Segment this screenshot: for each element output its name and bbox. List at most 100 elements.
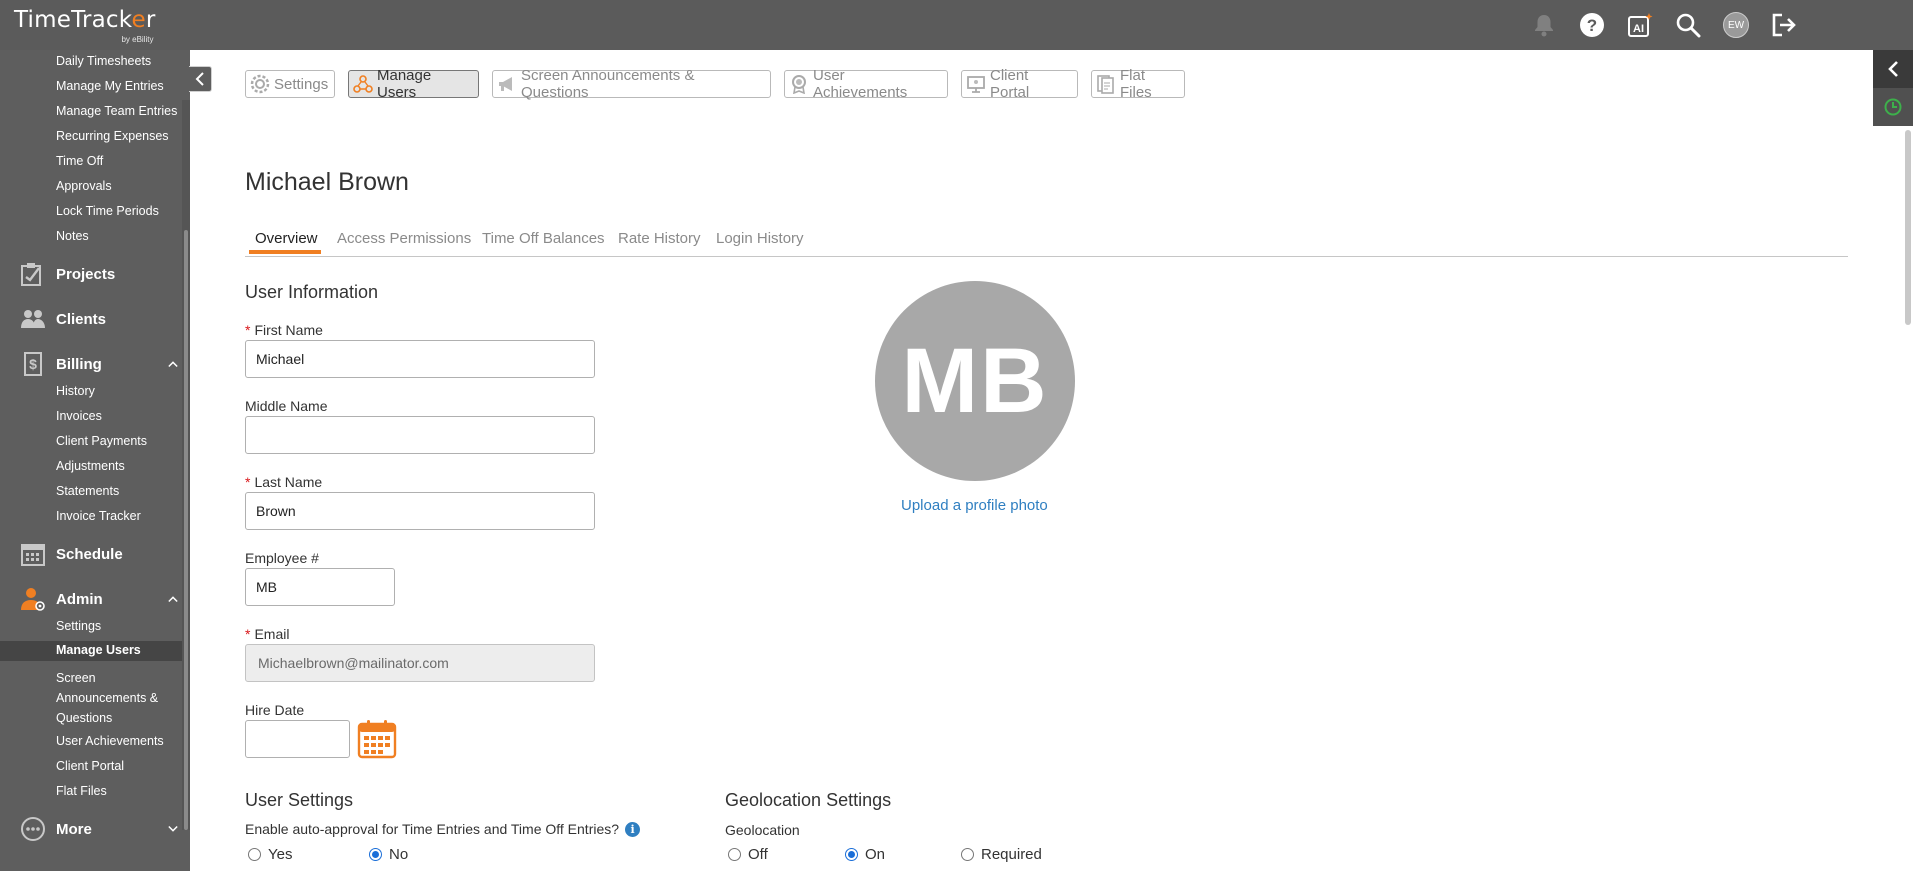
sidebar-section-projects[interactable]: Projects — [20, 261, 115, 287]
radio-yes[interactable] — [248, 848, 261, 861]
chevron-up-icon[interactable] — [168, 359, 178, 369]
search-icon[interactable] — [1672, 9, 1704, 41]
button-label: Client Portal — [990, 67, 1030, 101]
sidebar-item-invoices[interactable]: Invoices — [56, 408, 102, 425]
geolocation-required[interactable]: Required — [961, 846, 1042, 863]
sidebar-item-flat-files[interactable]: Flat Files — [56, 783, 107, 800]
sidebar-item-user-achievements[interactable]: User Achievements — [56, 733, 164, 750]
sidebar-item-invoice-tracker[interactable]: Invoice Tracker — [56, 508, 141, 525]
chevron-down-icon[interactable] — [168, 824, 178, 834]
tab-overview[interactable]: Overview — [255, 230, 318, 247]
first-name-input[interactable] — [245, 340, 595, 378]
user-avatar[interactable]: EW — [1720, 9, 1752, 41]
gear-icon — [250, 74, 270, 94]
megaphone-icon — [497, 74, 517, 94]
sidebar-item-daily-timesheets[interactable]: Daily Timesheets — [56, 53, 151, 70]
radio-off[interactable] — [728, 848, 741, 861]
email-field — [245, 644, 595, 682]
sidebar-item-client-portal[interactable]: Client Portal — [56, 758, 124, 775]
flat-files-button[interactable]: Flat Files — [1091, 67, 1185, 101]
sidebar-item-lock-time-periods[interactable]: Lock Time Periods — [56, 203, 159, 220]
files-icon — [1096, 74, 1116, 94]
auto-approval-no[interactable]: No — [369, 846, 408, 863]
tab-time-off-balances[interactable]: Time Off Balances — [482, 230, 605, 247]
radio-on[interactable] — [845, 848, 858, 861]
employee-number-input[interactable] — [245, 568, 395, 606]
sidebar-item-manage-team-entries[interactable]: Manage Team Entries — [56, 103, 177, 120]
email-label: * Email — [245, 626, 290, 642]
sidebar-item-statements[interactable]: Statements — [56, 483, 119, 500]
middle-name-input[interactable] — [245, 416, 595, 454]
last-name-label: * Last Name — [245, 474, 323, 490]
sidebar-item-screen-announcements[interactable]: Screen Announcements & Questions — [56, 668, 158, 728]
sidebar-collapse-button[interactable] — [189, 66, 212, 92]
panel-toggle-button[interactable] — [1873, 50, 1913, 88]
radio-no[interactable] — [369, 848, 382, 861]
sidebar-item-manage-my-entries[interactable]: Manage My Entries — [56, 78, 164, 95]
manage-users-button[interactable]: Manage Users — [348, 67, 479, 101]
last-name-input[interactable] — [245, 492, 595, 530]
tab-login-history[interactable]: Login History — [716, 230, 804, 247]
timer-button[interactable] — [1873, 88, 1913, 126]
auto-approval-yes[interactable]: Yes — [248, 846, 292, 863]
logout-icon[interactable] — [1768, 9, 1800, 41]
geolocation-label: Geolocation — [725, 822, 800, 838]
active-tab-indicator — [249, 250, 321, 254]
sidebar-scrollbar[interactable] — [182, 100, 190, 830]
info-icon[interactable]: i — [625, 821, 641, 837]
geolocation-heading: Geolocation Settings — [725, 790, 892, 810]
upload-photo-link[interactable]: Upload a profile photo — [901, 497, 1048, 514]
user-achievements-button[interactable]: User Achievements — [784, 67, 948, 101]
button-label: User Achievements — [813, 67, 908, 101]
button-label: Settings — [274, 75, 329, 93]
client-portal-button[interactable]: Client Portal — [961, 67, 1078, 101]
tab-rate-history[interactable]: Rate History — [618, 230, 701, 247]
right-panel — [1873, 50, 1913, 126]
user-settings-heading: User Settings — [245, 790, 354, 810]
sidebar-item-history[interactable]: History — [56, 383, 95, 400]
geolocation-on[interactable]: On — [845, 846, 885, 863]
sidebar-section-admin[interactable]: Admin — [20, 586, 103, 612]
first-name-label: * First Name — [245, 322, 323, 338]
sidebar-section-label: More — [56, 820, 92, 838]
help-icon[interactable]: ? — [1576, 9, 1608, 41]
calendar-picker-icon[interactable] — [357, 719, 397, 759]
sidebar-item-client-payments[interactable]: Client Payments — [56, 433, 147, 450]
sidebar-item-manage-users[interactable]: Manage Users — [0, 641, 182, 661]
sidebar-section-label: Schedule — [56, 545, 123, 563]
page-scrollbar[interactable] — [1905, 130, 1911, 325]
top-icons: ? AI EW — [1528, 9, 1800, 41]
sidebar-item-label-line: Screen — [56, 671, 96, 685]
sidebar-section-label: Clients — [56, 310, 107, 328]
sidebar-item-settings[interactable]: Settings — [56, 618, 101, 635]
monitor-icon — [966, 74, 986, 94]
tab-access-permissions[interactable]: Access Permissions — [337, 230, 471, 247]
page-title: Michael Brown — [245, 168, 409, 196]
geolocation-off[interactable]: Off — [728, 846, 768, 863]
sidebar-section-billing[interactable]: $ Billing — [20, 351, 102, 377]
profile-tabs: Overview Access Permissions Time Off Bal… — [245, 228, 1848, 257]
radio-required[interactable] — [961, 848, 974, 861]
hire-date-input[interactable] — [245, 720, 350, 758]
sidebar-item-time-off[interactable]: Time Off — [56, 153, 103, 170]
sidebar-item-notes[interactable]: Notes — [56, 228, 89, 245]
chevron-up-icon[interactable] — [168, 594, 178, 604]
ai-icon[interactable]: AI — [1624, 9, 1656, 41]
sidebar-section-more[interactable]: More — [20, 816, 92, 842]
sidebar-section-clients[interactable]: Clients — [20, 306, 106, 332]
sidebar-item-adjustments[interactable]: Adjustments — [56, 458, 125, 475]
more-icon — [20, 816, 46, 842]
bell-icon[interactable] — [1528, 9, 1560, 41]
sidebar-item-label: Manage Users — [56, 643, 141, 657]
sidebar-item-recurring-expenses[interactable]: Recurring Expenses — [56, 128, 169, 145]
screen-announcements-button[interactable]: Screen Announcements & Questions — [492, 67, 771, 101]
top-bar: TimeTracker by eBility ? AI EW — [0, 0, 1913, 50]
app-logo[interactable]: TimeTracker by eBility — [14, 7, 155, 44]
logo-byline: by eBility — [121, 35, 154, 44]
sidebar-section-schedule[interactable]: Schedule — [20, 541, 123, 567]
settings-button[interactable]: Settings — [245, 70, 335, 98]
sidebar-item-approvals[interactable]: Approvals — [56, 178, 112, 195]
admin-toolbar: Settings Manage Users Screen Announcemen… — [245, 67, 1185, 101]
clients-icon — [20, 306, 46, 332]
admin-icon — [20, 586, 46, 612]
